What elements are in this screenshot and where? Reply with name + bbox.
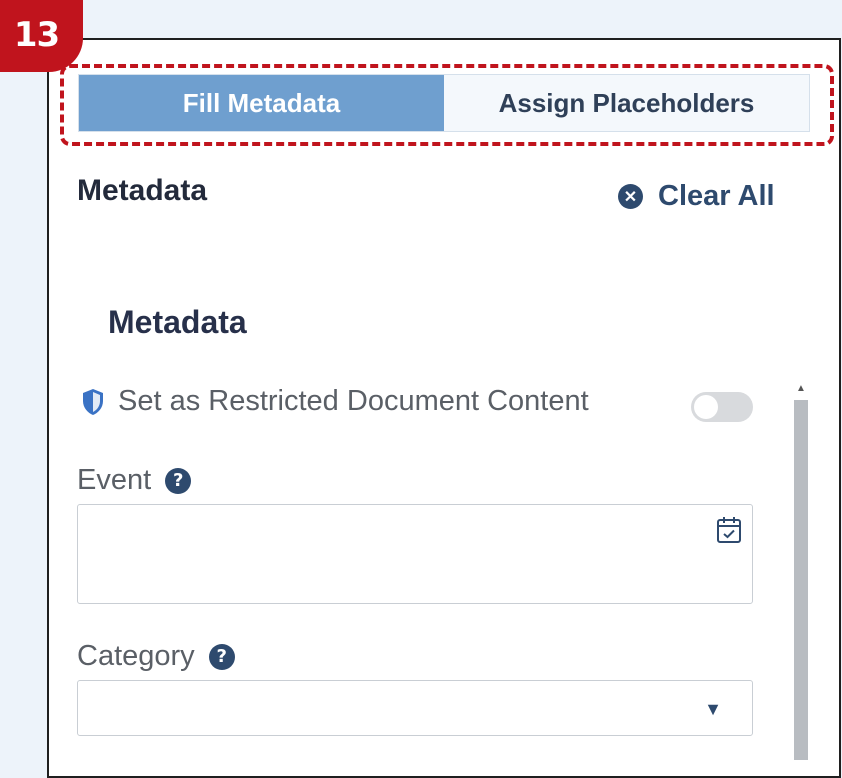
scroll-up-icon[interactable]: ▲ (796, 383, 806, 394)
close-circle-icon: ✕ (618, 184, 643, 209)
chevron-down-icon: ▼ (704, 699, 722, 719)
toggle-knob (694, 395, 718, 419)
tab-fill-metadata[interactable]: Fill Metadata (79, 75, 444, 131)
tab-assign-placeholders[interactable]: Assign Placeholders (444, 75, 809, 131)
category-help-icon[interactable]: ? (208, 643, 235, 670)
category-select[interactable]: ▼ (77, 680, 753, 736)
section-title: Metadata (108, 304, 247, 340)
event-input[interactable] (77, 504, 753, 604)
clear-all-button[interactable]: ✕ Clear All (618, 180, 775, 213)
scrollbar[interactable]: ▲ (790, 378, 812, 760)
event-label-row: Event ? (77, 464, 192, 497)
shield-icon (83, 388, 103, 415)
clear-all-label: Clear All (658, 180, 775, 212)
restricted-label: Set as Restricted Document Content (118, 385, 589, 417)
event-help-icon[interactable]: ? (165, 467, 192, 494)
category-label-row: Category ? (77, 640, 235, 673)
calendar-icon[interactable] (716, 515, 742, 545)
event-label: Event (77, 464, 152, 496)
step-number-badge: 13 (0, 0, 83, 72)
panel-title: Metadata (77, 174, 208, 207)
tab-bar: Fill Metadata Assign Placeholders (78, 74, 810, 132)
category-label: Category (77, 640, 195, 672)
scrollbar-thumb[interactable] (794, 400, 808, 760)
restricted-toggle[interactable] (691, 392, 753, 422)
restricted-row: Set as Restricted Document Content (82, 385, 589, 418)
